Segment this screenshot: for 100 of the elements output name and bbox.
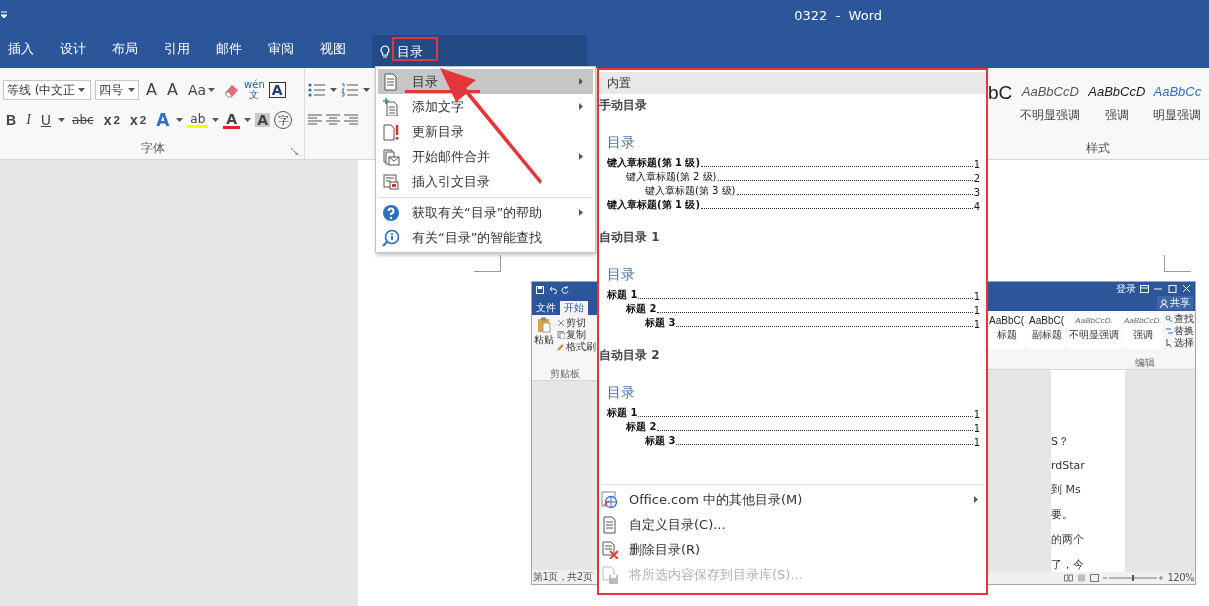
- caret-icon[interactable]: [212, 118, 220, 122]
- undo-icon[interactable]: [548, 286, 557, 294]
- style-gallery-item[interactable]: AaBbCcD. 不明显强调: [1067, 313, 1122, 350]
- globe-document-icon: [601, 490, 619, 509]
- copy-icon: [557, 331, 565, 339]
- menu-item[interactable]: 有关“目录”的智能查找: [378, 225, 593, 250]
- customize-toolbar-icon[interactable]: [0, 11, 8, 19]
- numbering-icon[interactable]: [341, 83, 359, 97]
- change-case-button[interactable]: Aa: [184, 83, 219, 97]
- submenu-arrow-icon: [579, 209, 583, 216]
- gallery-header: 内置: [599, 72, 986, 94]
- window-title: 0322 - Word: [794, 7, 882, 23]
- character-border-button[interactable]: A: [268, 82, 286, 98]
- cut-button[interactable]: 剪切: [557, 317, 596, 329]
- help-icon: [382, 203, 400, 222]
- caret-icon[interactable]: [58, 118, 66, 122]
- status-text: 第1页，共2页: [533, 570, 593, 584]
- corner-mark: [474, 255, 501, 272]
- menu-item[interactable]: 插入引文目录: [378, 169, 593, 194]
- citation-list-icon: [382, 172, 400, 191]
- menu-item[interactable]: 添加文字: [378, 94, 593, 119]
- corner-mark: [1164, 255, 1191, 272]
- mail-merge-icon: [382, 147, 400, 166]
- shrink-font-button[interactable]: A: [163, 82, 181, 98]
- zoom-slider-icon[interactable]: [1103, 573, 1164, 582]
- copy-button[interactable]: 复制: [557, 329, 596, 341]
- menu-item[interactable]: 删除目录(R): [599, 537, 986, 562]
- menu-item[interactable]: 更新目录: [378, 119, 593, 144]
- close-icon[interactable]: [1181, 285, 1191, 294]
- maximize-icon[interactable]: [1167, 285, 1177, 294]
- ribbon-tab[interactable]: 开始: [560, 301, 588, 315]
- cursor-icon: [1165, 339, 1174, 348]
- caret-icon[interactable]: [77, 88, 85, 92]
- zoom-level[interactable]: 120%: [1167, 572, 1194, 584]
- group-label: 编辑: [1135, 356, 1155, 368]
- font-color-button[interactable]: A: [223, 111, 241, 129]
- ribbon-tab[interactable]: 插入: [0, 30, 52, 68]
- caret-icon[interactable]: [244, 118, 252, 122]
- strikethrough-button[interactable]: abc: [69, 114, 97, 126]
- caret-icon[interactable]: [363, 88, 370, 92]
- ribbon-tab[interactable]: 文件: [532, 301, 560, 315]
- document-text: 到 Ms: [1051, 481, 1082, 497]
- replace-button[interactable]: 替换: [1165, 325, 1195, 338]
- web-layout-icon[interactable]: [1090, 573, 1100, 582]
- caret-icon[interactable]: [128, 88, 135, 92]
- phonetic-guide-button[interactable]: wén 文: [244, 80, 265, 100]
- caret-icon[interactable]: [330, 88, 337, 92]
- style-gallery-item[interactable]: AaBbCcD 强调: [1088, 84, 1146, 124]
- bullets-icon[interactable]: [308, 83, 326, 97]
- group-label: 剪贴板: [549, 367, 581, 380]
- sign-in-link[interactable]: 登录: [1116, 282, 1136, 297]
- smart-lookup-icon: [382, 228, 400, 247]
- underline-button[interactable]: U: [37, 113, 55, 127]
- redo-icon[interactable]: [561, 286, 569, 294]
- caret-icon[interactable]: [208, 88, 216, 92]
- font-name-dropdown[interactable]: 等线 (中文正: [3, 80, 91, 100]
- text-effect-button[interactable]: A: [153, 111, 173, 129]
- ribbon-tab[interactable]: 引用: [156, 30, 208, 68]
- save-to-gallery-icon: [601, 565, 619, 584]
- save-icon[interactable]: [536, 286, 544, 294]
- highlight-box: [392, 37, 438, 61]
- find-button[interactable]: 查找: [1165, 313, 1195, 326]
- grow-font-button[interactable]: A: [143, 82, 160, 98]
- character-shading-button[interactable]: A: [255, 113, 271, 127]
- bold-button[interactable]: B: [3, 113, 20, 127]
- menu-item[interactable]: Office.com 中的其他目录(M): [599, 487, 986, 512]
- style-gallery-item[interactable]: AaBbCc 明显强调: [1153, 84, 1202, 124]
- highlight-button[interactable]: ab: [187, 112, 209, 128]
- menu-item[interactable]: 获取有关“目录”的帮助: [378, 197, 593, 225]
- caret-icon[interactable]: [176, 118, 184, 122]
- style-gallery-item[interactable]: AaBbCcD. 强调: [1122, 313, 1164, 350]
- scissors-icon: [557, 319, 565, 327]
- font-size-dropdown[interactable]: 四号: [95, 80, 139, 100]
- ribbon-tab[interactable]: 邮件: [208, 30, 260, 68]
- italic-button[interactable]: I: [23, 113, 34, 127]
- toc-preview[interactable]: 自动目录 2 目录 标题 1 1 标题 2 1 标题 3 1: [599, 344, 986, 462]
- style-gallery-item[interactable]: AaBbC( 副标题: [1027, 313, 1067, 350]
- ribbon-tab[interactable]: 布局: [104, 30, 156, 68]
- dialog-launcher-icon[interactable]: [291, 148, 298, 155]
- toc-preview[interactable]: 自动目录 1 目录 标题 1 1 标题 2 1 标题 3 1: [599, 226, 986, 344]
- format-painter-button[interactable]: 格式刷: [557, 341, 596, 353]
- group-label: 字体: [140, 139, 165, 157]
- menu-item[interactable]: 自定义目录(C)...: [599, 512, 986, 537]
- select-button[interactable]: 选择: [1165, 337, 1195, 350]
- document-text: S？: [1051, 433, 1070, 449]
- style-gallery-item[interactable]: AaBbCcD 不明显强调: [1020, 84, 1081, 124]
- tell-me-field[interactable]: 目录: [372, 35, 587, 68]
- style-gallery-item[interactable]: bC: [988, 84, 1013, 124]
- document-text: 要。: [1051, 506, 1074, 522]
- ribbon-tab[interactable]: 设计: [52, 30, 104, 68]
- lightbulb-icon: [380, 44, 390, 59]
- ribbon-display-icon[interactable]: [1140, 285, 1149, 294]
- style-gallery-item[interactable]: AaBbC( 标题: [987, 313, 1026, 350]
- toc-preview[interactable]: 手动目录 目录 键入章标题(第 1 级) 1 键入章标题(第 2 级) 2 键入章标题(第 3 级) 3 键入章标题(第 1 级) 4: [599, 94, 986, 226]
- ribbon-tab[interactable]: 视图: [312, 30, 364, 68]
- read-mode-icon[interactable]: [1064, 573, 1074, 582]
- share-button[interactable]: 共享: [1157, 296, 1193, 311]
- paste-button[interactable]: 粘贴: [533, 317, 555, 353]
- submenu-arrow-icon: [579, 78, 583, 85]
- ribbon-tab[interactable]: 审阅: [260, 30, 312, 68]
